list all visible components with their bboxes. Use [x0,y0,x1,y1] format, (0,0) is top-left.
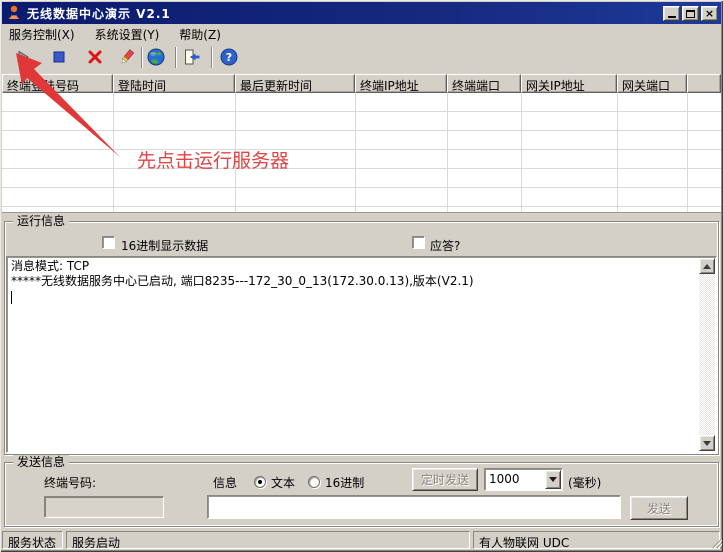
table-gridline [2,168,721,169]
radio-text-format[interactable] [254,476,266,488]
minimize-button[interactable] [663,6,680,21]
scroll-up-button[interactable] [699,258,715,274]
col-terminal-ip[interactable]: 终端IP地址 [355,74,447,93]
table-gridline [2,111,721,112]
status-panel-service-state: 服务状态 [2,531,63,549]
message-format-label: 信息 [213,474,237,491]
col-gateway-port[interactable]: 网关端口 [617,74,687,93]
table-gridline [2,130,721,131]
run-server-button[interactable] [11,45,35,69]
status-bar: 服务状态 服务启动 有人物联网 UDC [0,530,723,550]
col-last-update-time[interactable]: 最后更新时间 [235,74,355,93]
arrow-down-icon [703,441,711,446]
toolbar-separator [141,47,143,68]
table-gridline [2,187,721,188]
help-button[interactable]: ? [217,45,241,69]
table-body[interactable] [2,93,721,213]
help-question-icon: ? [220,48,238,66]
svg-text:?: ? [226,51,232,64]
toolbar-separator [211,47,213,68]
table-gridline [2,206,721,207]
network-button[interactable] [144,45,168,69]
reply-checkbox[interactable] [412,236,425,249]
col-terminal-port[interactable]: 终端端口 [447,74,521,93]
hex-display-label: 16进制显示数据 [121,237,208,254]
menu-service-control[interactable]: 服务控制(X) [2,25,82,44]
scroll-down-button[interactable] [699,435,715,451]
timed-send-button[interactable]: 定时发送 [412,468,478,491]
terminal-number-label: 终端号码: [44,474,96,491]
play-icon [14,48,32,66]
toolbar-separator [175,47,177,68]
radio-hex-format[interactable] [308,476,320,488]
resize-grip[interactable] [709,536,722,549]
col-login-time[interactable]: 登陆时间 [113,74,235,93]
app-logo-icon [6,5,22,21]
minimize-icon [668,16,676,18]
close-button[interactable]: × [701,6,718,21]
app-window: 无线数据中心演示 V2.1 × 服务控制(X) 系统设置(Y) 帮助(Z) [0,0,723,552]
stop-server-button[interactable] [47,45,71,69]
log-line: *****无线数据服务中心已启动, 端口8235---172_30_0_13(1… [11,274,694,289]
menu-bar: 服务控制(X) 系统设置(Y) 帮助(Z) [2,25,721,43]
maximize-button[interactable] [682,6,699,21]
radio-hex-label: 16进制 [325,474,364,491]
chevron-down-icon [549,477,557,482]
message-input[interactable] [207,495,621,519]
title-bar: 无线数据中心演示 V2.1 × [2,2,721,24]
radio-selected-dot [258,480,262,484]
status-panel-brand: 有人物联网 UDC [473,531,720,549]
exit-door-icon [183,48,201,66]
maximize-icon [686,10,695,18]
radio-text-label: 文本 [271,474,295,491]
log-line: 消息模式: TCP [11,259,694,274]
text-cursor [11,291,12,304]
pencil-eraser-icon [118,48,136,66]
run-info-label: 运行信息 [13,214,69,228]
log-textarea[interactable]: 消息模式: TCP *****无线数据服务中心已启动, 端口8235---172… [6,256,717,453]
table-gridline [2,149,721,150]
col-gateway-ip[interactable]: 网关IP地址 [521,74,617,93]
clear-button[interactable] [115,45,139,69]
col-filler [687,74,721,93]
interval-unit-label: (毫秒) [568,474,601,491]
hex-display-checkbox[interactable] [102,236,115,249]
menu-system-settings[interactable]: 系统设置(Y) [88,25,167,44]
window-title: 无线数据中心演示 V2.1 [27,5,171,22]
terminal-number-input[interactable] [44,496,164,518]
menu-help[interactable]: 帮助(Z) [172,25,228,44]
toolbar: ? [2,43,721,73]
col-terminal-login-number[interactable]: 终端登陆号码 [2,74,113,93]
status-panel-service-started: 服务启动 [66,531,470,549]
run-info-options: 16进制显示数据 应答? [0,236,723,252]
disconnect-button[interactable] [83,45,107,69]
red-x-icon [86,48,104,66]
table-header-row: 终端登陆号码 登陆时间 最后更新时间 终端IP地址 终端端口 网关IP地址 网关… [2,74,721,93]
exit-button[interactable] [180,45,204,69]
combobox-dropdown-button[interactable] [545,470,561,489]
annotation-text: 先点击运行服务器 [137,146,289,173]
send-button[interactable]: 发送 [630,496,688,520]
send-info-label: 发送信息 [13,455,69,469]
close-icon: × [705,8,714,19]
arrow-up-icon [703,264,711,269]
reply-label: 应答? [430,237,460,254]
interval-combobox[interactable]: 1000 [484,468,563,491]
globe-icon [147,48,165,66]
stop-icon [50,48,68,66]
log-scrollbar[interactable] [699,258,715,451]
